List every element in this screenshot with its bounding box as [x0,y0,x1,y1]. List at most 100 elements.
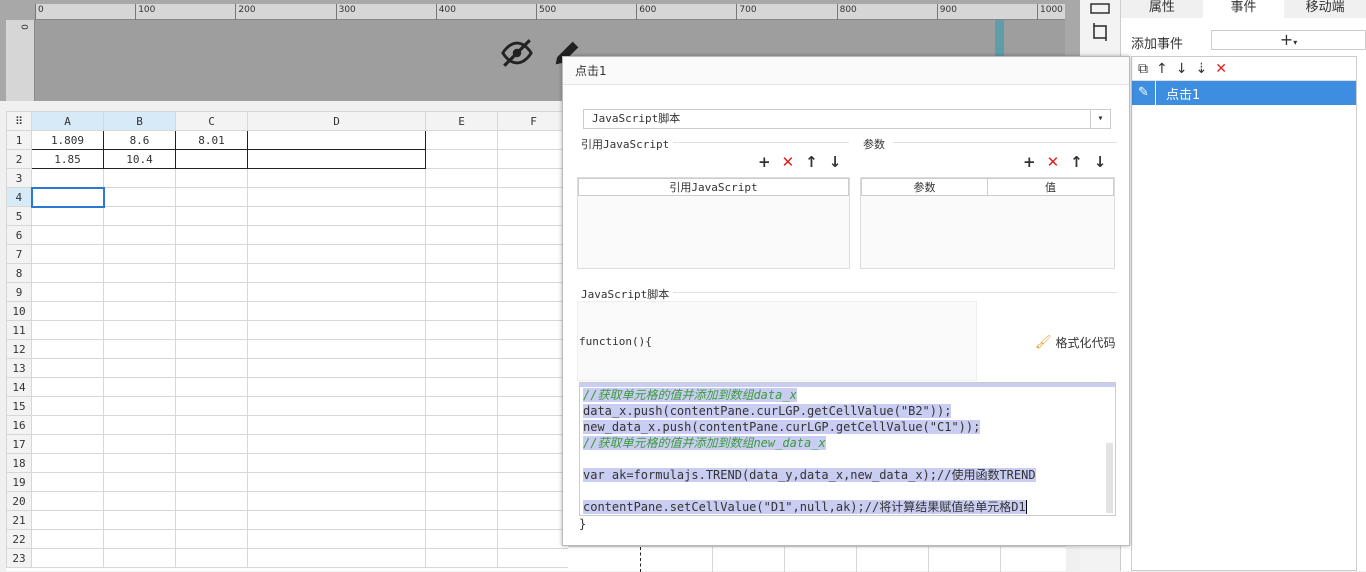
column-header-e[interactable]: E [425,111,498,131]
cell-e12[interactable] [425,339,498,359]
cell-a3[interactable] [31,168,104,188]
cell-a11[interactable] [31,320,104,340]
cell-c8[interactable] [175,263,248,283]
row-header[interactable]: 11 [6,320,32,340]
cell-a18[interactable] [31,453,104,473]
cell-b5[interactable] [103,206,176,226]
cell-c9[interactable] [175,282,248,302]
cell-d5[interactable] [247,206,426,226]
cell-d15[interactable] [247,396,426,416]
cell-c22[interactable] [175,529,248,549]
event-item[interactable]: ✎ 点击1 [1132,81,1356,105]
cell-c12[interactable] [175,339,248,359]
cell-e8[interactable] [425,263,498,283]
row-header[interactable]: 2 [6,149,32,169]
delete-icon[interactable]: ✕ [782,153,795,171]
cell-a23[interactable] [31,548,104,568]
move-up-icon[interactable]: ↑ [805,153,818,171]
cell-c2[interactable] [175,149,248,169]
column-header-b[interactable]: B [103,111,176,131]
cell-c18[interactable] [175,453,248,473]
cell-f7[interactable] [497,244,570,264]
cell-f18[interactable] [497,453,570,473]
cell-d3[interactable] [247,168,426,188]
cell-c14[interactable] [175,377,248,397]
cell-e2[interactable] [425,149,498,169]
cell-f22[interactable] [497,529,570,549]
cell-a6[interactable] [31,225,104,245]
cell-a22[interactable] [31,529,104,549]
column-header-c[interactable]: C [175,111,248,131]
cell-d23[interactable] [247,548,426,568]
cell-e22[interactable] [425,529,498,549]
row-header[interactable]: 5 [6,206,32,226]
cell-a1[interactable]: 1.809 [31,130,104,150]
frame-icon[interactable] [1090,22,1110,42]
cell-b19[interactable] [103,472,176,492]
cell-e9[interactable] [425,282,498,302]
cell-c21[interactable] [175,510,248,530]
cell-b3[interactable] [103,168,176,188]
cell-f10[interactable] [497,301,570,321]
cell-f14[interactable] [497,377,570,397]
cell-b16[interactable] [103,415,176,435]
hide-icon[interactable] [500,36,534,70]
delete-icon[interactable]: ✕ [1047,153,1060,171]
cell-d13[interactable] [247,358,426,378]
select-all-corner[interactable]: ⠿ [6,111,32,131]
cell-b1[interactable]: 8.6 [103,130,176,150]
row-header[interactable]: 7 [6,244,32,264]
cell-b2[interactable]: 10.4 [103,149,176,169]
tab-mobile[interactable]: 移动端 [1284,0,1366,18]
cell-a17[interactable] [31,434,104,454]
cell-a19[interactable] [31,472,104,492]
cell-a10[interactable] [31,301,104,321]
cell-f13[interactable] [497,358,570,378]
cell-d9[interactable] [247,282,426,302]
cell-e15[interactable] [425,396,498,416]
cell-c4[interactable] [175,187,248,207]
cell-e3[interactable] [425,168,498,188]
row-header[interactable]: 16 [6,415,32,435]
move-down-icon[interactable]: ↓ [829,153,842,171]
cell-e11[interactable] [425,320,498,340]
cell-e1[interactable] [425,130,498,150]
copy-icon[interactable]: ⧉ [1138,61,1148,77]
cell-f19[interactable] [497,472,570,492]
row-header[interactable]: 6 [6,225,32,245]
cell-b9[interactable] [103,282,176,302]
ref-js-table[interactable]: 引用JavaScript [577,177,850,269]
cell-b23[interactable] [103,548,176,568]
cell-b6[interactable] [103,225,176,245]
cell-f6[interactable] [497,225,570,245]
cell-d12[interactable] [247,339,426,359]
cell-e18[interactable] [425,453,498,473]
cell-f11[interactable] [497,320,570,340]
cell-e17[interactable] [425,434,498,454]
cell-b21[interactable] [103,510,176,530]
row-header[interactable]: 13 [6,358,32,378]
cell-e20[interactable] [425,491,498,511]
move-up-icon[interactable]: ↑ [1070,153,1083,171]
cell-grid[interactable]: ⠿ A B C D E F 1 1.809 8.6 8.01 2 1.85 10.4 3 4 5 6 7 8 9 10 11… [6,111,570,568]
row-header[interactable]: 18 [6,453,32,473]
cell-f15[interactable] [497,396,570,416]
cell-b20[interactable] [103,491,176,511]
cell-a7[interactable] [31,244,104,264]
cell-e4[interactable] [425,187,498,207]
row-header[interactable]: 12 [6,339,32,359]
cell-c17[interactable] [175,434,248,454]
layout-icon[interactable] [1090,0,1110,20]
cell-d6[interactable] [247,225,426,245]
cell-a15[interactable] [31,396,104,416]
cell-e21[interactable] [425,510,498,530]
row-header[interactable]: 17 [6,434,32,454]
cell-e16[interactable] [425,415,498,435]
cell-a16[interactable] [31,415,104,435]
row-header[interactable]: 10 [6,301,32,321]
cell-a4[interactable] [30,186,105,208]
cell-e10[interactable] [425,301,498,321]
cell-c3[interactable] [175,168,248,188]
format-code-button[interactable]: 🖌 格式化代码 [1035,334,1116,351]
code-editor[interactable]: //获取单元格的值并添加到数组data_x data_x.push(conten… [579,382,1116,516]
